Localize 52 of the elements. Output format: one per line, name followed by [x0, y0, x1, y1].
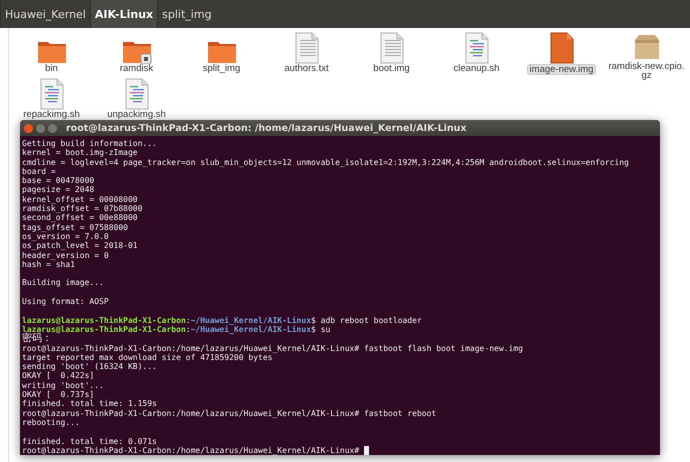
- terminal-line: Using format: AOSP: [22, 297, 109, 306]
- terminal-line: cmdline = loglevel=4 page_tracker=on slub_min_objects=12 unmovable_isolate1=2:192M,3:224M,4:256M androidboot.selinux=enforcing: [22, 158, 629, 167]
- document-icon[interactable]: [294, 32, 320, 64]
- file-name[interactable]: boot.img: [371, 64, 412, 73]
- terminal-line: hash = sha1: [22, 260, 75, 269]
- terminal-line: sending 'boot' (16324 KB)...: [22, 362, 157, 372]
- terminal-line: target reported max download size of 471859200 bytes: [22, 352, 272, 362]
- document-icon[interactable]: [378, 32, 404, 64]
- terminal-line: kernel_offset = 00008000: [22, 194, 138, 204]
- file-name[interactable]: bin: [43, 64, 60, 73]
- file-name[interactable]: split_img: [200, 64, 242, 73]
- terminal-line: lazarus@lazarus-ThinkPad-X1-Carbon:~/Huawei_Kernel/AIK-Linux$ su: [22, 324, 330, 334]
- script-file-icon[interactable]: [464, 32, 490, 64]
- terminal-line: root@lazarus-ThinkPad-X1-Carbon:/home/lazarus/Huawei_Kernel/AIK-Linux#: [22, 446, 360, 455]
- terminal-line: finished. total time: 1.159s: [22, 399, 157, 408]
- terminal-line: kernel = boot.img-zImage: [22, 148, 138, 158]
- script-file-icon[interactable]: [38, 78, 64, 110]
- terminal-line: rebooting...: [22, 418, 80, 427]
- file-name[interactable]: image-new.img: [526, 64, 596, 75]
- terminal-line: OKAY [ 0.737s]: [22, 390, 94, 400]
- file-name[interactable]: repackimg.sh: [21, 110, 82, 119]
- close-button[interactable]: [24, 124, 33, 132]
- terminal-line: Building image...: [22, 278, 104, 288]
- terminal-line: tags_offset = 07588000: [22, 222, 128, 232]
- terminal-line: root@lazarus-ThinkPad-X1-Carbon:/home/lazarus/Huawei_Kernel/AIK-Linux# fastboot reboot: [22, 408, 436, 418]
- terminal-line: root@lazarus-ThinkPad-X1-Carbon:/home/lazarus/Huawei_Kernel/AIK-Linux# fastboot flash boot image-new.img: [22, 344, 523, 353]
- maximize-button[interactable]: [48, 124, 57, 132]
- window-title: root@lazarus-ThinkPad-X1-Carbon: /home/lazarus/Huawei_Kernel/AIK-Linux: [66, 122, 467, 134]
- file-name[interactable]: authors.txt: [282, 64, 331, 73]
- file-name[interactable]: unpackimg.sh: [105, 110, 168, 119]
- terminal-line: header_version = 0: [22, 250, 109, 260]
- terminal-line: os_version = 7.0.0: [22, 232, 109, 241]
- file-name[interactable]: ramdisk-new.cpio.gz: [604, 62, 688, 80]
- terminal-line: pagesize = 2048: [22, 185, 94, 194]
- terminal-line: finished. total time: 0.071s: [22, 436, 157, 446]
- path-tab[interactable]: split_img: [157, 0, 216, 28]
- terminal-line: second_offset = 00e88000: [22, 213, 138, 222]
- image-file-icon[interactable]: [548, 32, 574, 64]
- terminal-line: lazarus@lazarus-ThinkPad-X1-Carbon:~/Huawei_Kernel/AIK-Linux$ adb reboot bootloader: [22, 316, 422, 325]
- minimize-button[interactable]: [36, 124, 45, 132]
- terminal-line: Getting build information...: [22, 139, 157, 148]
- terminal-line: os_patch_level = 2018-01: [22, 241, 138, 250]
- terminal-line: ramdisk_offset = 07b88000: [22, 204, 142, 214]
- file-name[interactable]: ramdisk: [118, 64, 156, 73]
- terminal-line: writing 'boot'...: [22, 380, 104, 390]
- script-file-icon[interactable]: [124, 78, 150, 110]
- path-tab[interactable]: AIK-Linux: [90, 0, 158, 28]
- terminal-line: base = 00478000: [22, 176, 94, 186]
- terminal-line: board =: [22, 166, 56, 176]
- file-name[interactable]: cleanup.sh: [452, 64, 502, 73]
- terminal-line: OKAY [ 0.422s]: [22, 371, 94, 380]
- terminal-line: 密码：: [22, 333, 52, 344]
